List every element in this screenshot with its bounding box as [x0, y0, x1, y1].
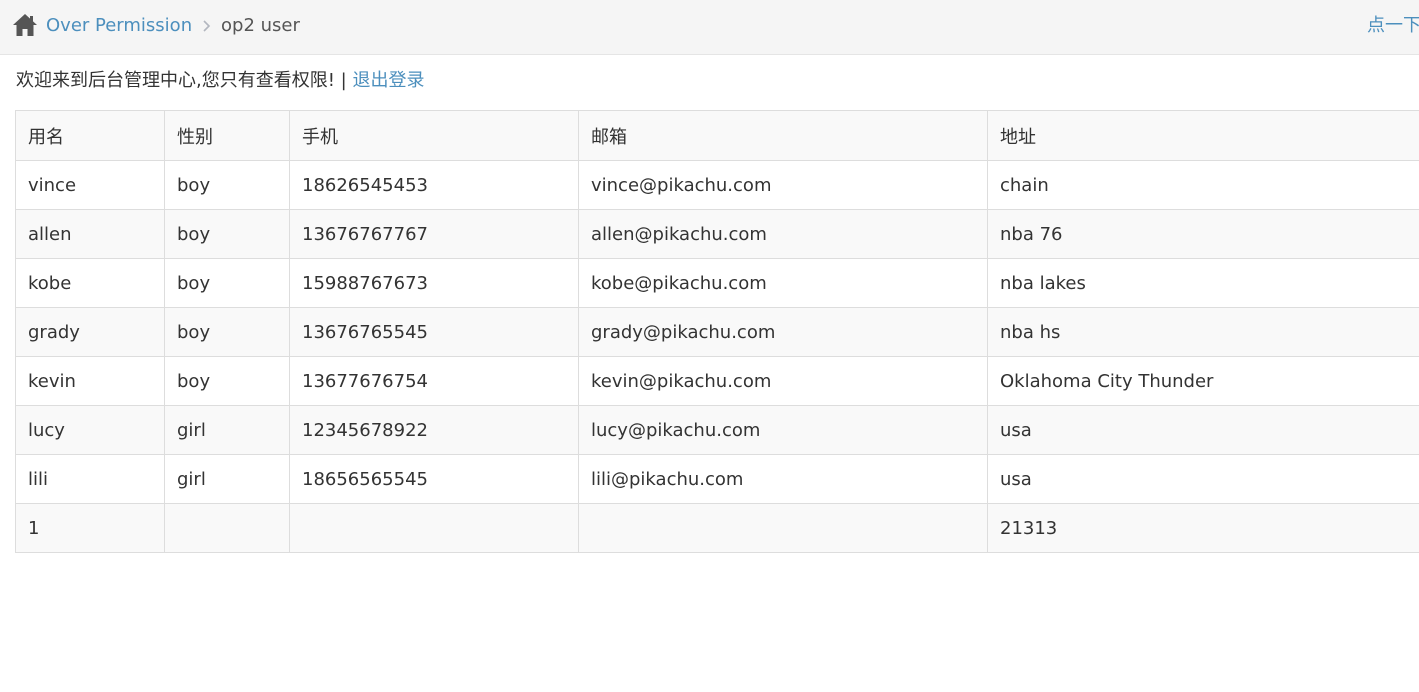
header-gender: 性别 [164, 110, 290, 161]
cell-gender: girl [164, 405, 290, 455]
welcome-message: 欢迎来到后台管理中心,您只有查看权限! [16, 70, 335, 91]
cell-phone: 18656565545 [289, 454, 579, 504]
table-row: lili girl 18656565545 lili@pikachu.com u… [15, 454, 1419, 504]
cell-gender: girl [164, 454, 290, 504]
cell-address: nba 76 [987, 209, 1419, 259]
cell-address: usa [987, 405, 1419, 455]
cell-email: lucy@pikachu.com [578, 405, 988, 455]
cell-gender: boy [164, 356, 290, 406]
cell-address: Oklahoma City Thunder [987, 356, 1419, 406]
user-table: 用名 性别 手机 邮箱 地址 vince boy 18626545453 vin… [15, 110, 1419, 553]
cell-username: lucy [15, 405, 165, 455]
header-username: 用名 [15, 110, 165, 161]
cell-email: kevin@pikachu.com [578, 356, 988, 406]
cell-address: 21313 [987, 503, 1419, 553]
cell-username: kobe [15, 258, 165, 308]
cell-phone [289, 503, 579, 553]
breadcrumb-current: op2 user [221, 15, 300, 36]
cell-address: nba lakes [987, 258, 1419, 308]
page: Over Permission op2 user 点一下 欢迎来到后台管理中心,… [0, 0, 1419, 692]
cell-address: chain [987, 160, 1419, 210]
cell-email: vince@pikachu.com [578, 160, 988, 210]
welcome-divider: | [340, 70, 347, 91]
home-icon[interactable] [12, 13, 38, 37]
cell-address: nba hs [987, 307, 1419, 357]
breadcrumb: Over Permission op2 user 点一下 [0, 0, 1419, 55]
cell-phone: 13677676754 [289, 356, 579, 406]
table-row: kobe boy 15988767673 kobe@pikachu.com nb… [15, 258, 1419, 308]
table-row: lucy girl 12345678922 lucy@pikachu.com u… [15, 405, 1419, 455]
cell-address: usa [987, 454, 1419, 504]
welcome-bar: 欢迎来到后台管理中心,您只有查看权限! | 退出登录 [16, 69, 424, 93]
cell-phone: 18626545453 [289, 160, 579, 210]
cell-gender: boy [164, 160, 290, 210]
cell-username: kevin [15, 356, 165, 406]
cell-gender [164, 503, 290, 553]
table-row: vince boy 18626545453 vince@pikachu.com … [15, 160, 1419, 210]
top-right-link[interactable]: 点一下 [1367, 14, 1419, 38]
cell-phone: 13676765545 [289, 307, 579, 357]
cell-email: grady@pikachu.com [578, 307, 988, 357]
cell-username: grady [15, 307, 165, 357]
header-email: 邮箱 [578, 110, 988, 161]
table-row: 1 21313 [15, 503, 1419, 553]
header-phone: 手机 [289, 110, 579, 161]
cell-phone: 12345678922 [289, 405, 579, 455]
cell-username: lili [15, 454, 165, 504]
cell-email [578, 503, 988, 553]
cell-phone: 13676767767 [289, 209, 579, 259]
cell-username: 1 [15, 503, 165, 553]
cell-gender: boy [164, 209, 290, 259]
cell-gender: boy [164, 258, 290, 308]
logout-link[interactable]: 退出登录 [352, 70, 424, 91]
cell-phone: 15988767673 [289, 258, 579, 308]
cell-username: vince [15, 160, 165, 210]
cell-email: kobe@pikachu.com [578, 258, 988, 308]
table-row: grady boy 13676765545 grady@pikachu.com … [15, 307, 1419, 357]
breadcrumb-link-over-permission[interactable]: Over Permission [46, 14, 192, 38]
cell-email: lili@pikachu.com [578, 454, 988, 504]
table-row: kevin boy 13677676754 kevin@pikachu.com … [15, 356, 1419, 406]
cell-email: allen@pikachu.com [578, 209, 988, 259]
cell-username: allen [15, 209, 165, 259]
chevron-right-icon [203, 20, 211, 32]
cell-gender: boy [164, 307, 290, 357]
header-address: 地址 [987, 110, 1419, 161]
table-header-row: 用名 性别 手机 邮箱 地址 [15, 110, 1419, 161]
table-row: allen boy 13676767767 allen@pikachu.com … [15, 209, 1419, 259]
